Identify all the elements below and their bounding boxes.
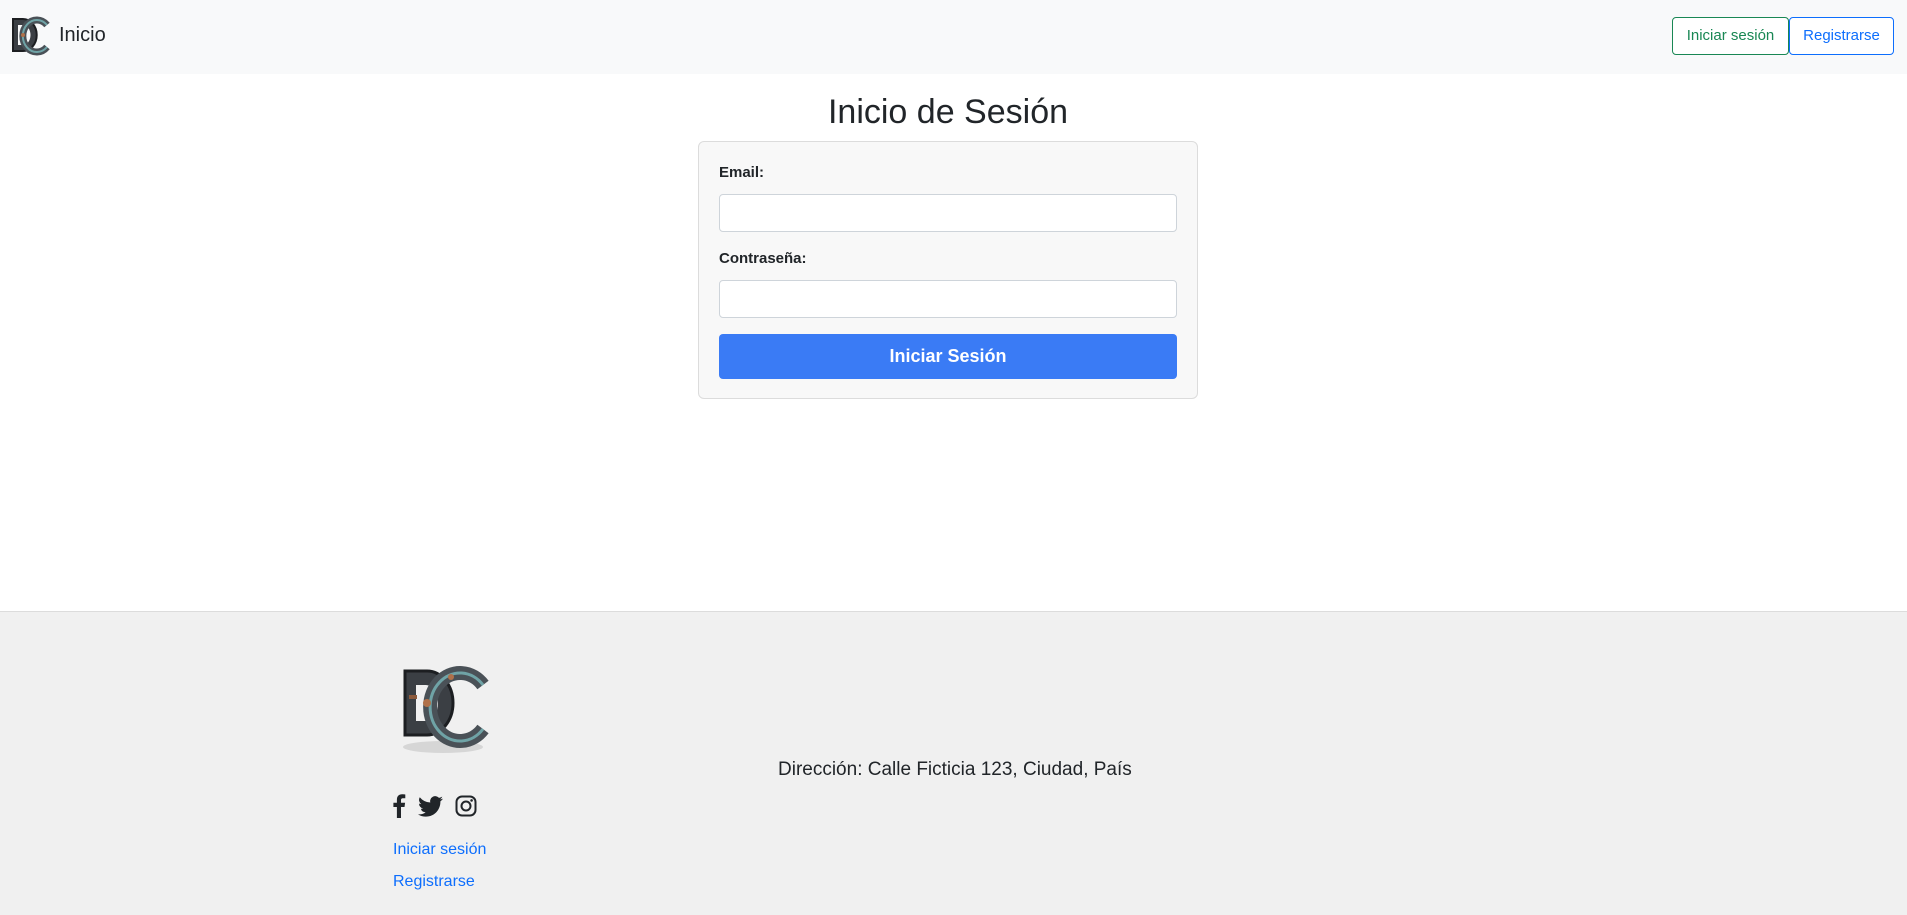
footer-address: Dirección: Calle Ficticia 123, Ciudad, P… — [778, 759, 1132, 780]
register-button[interactable]: Registrarse — [1789, 17, 1894, 55]
email-field[interactable] — [719, 194, 1177, 232]
password-label: Contraseña: — [719, 250, 807, 267]
dc-logo-icon — [6, 12, 52, 58]
page-title: Inicio de Sesión — [827, 93, 1069, 131]
top-navbar: Inicio Iniciar sesión Registrarse — [0, 0, 1907, 74]
login-form-card: Email: Contraseña: Iniciar Sesión — [698, 141, 1198, 399]
dc-logo-icon — [403, 666, 489, 753]
footer-register-link[interactable]: Registrarse — [393, 873, 475, 891]
brand-label: Inicio — [59, 23, 106, 46]
facebook-icon[interactable] — [392, 794, 406, 823]
instagram-icon[interactable] — [455, 795, 477, 822]
login-button[interactable]: Iniciar sesión — [1672, 17, 1789, 55]
twitter-icon[interactable] — [418, 795, 443, 822]
submit-login-button[interactable]: Iniciar Sesión — [719, 334, 1177, 379]
email-label: Email: — [719, 164, 765, 181]
password-field[interactable] — [719, 280, 1177, 318]
social-links — [392, 794, 477, 823]
navbar-brand-link[interactable]: Inicio — [5, 11, 106, 59]
page-footer: Iniciar sesión Registrarse Dirección: Ca… — [0, 611, 1907, 915]
footer-login-link[interactable]: Iniciar sesión — [393, 841, 486, 859]
